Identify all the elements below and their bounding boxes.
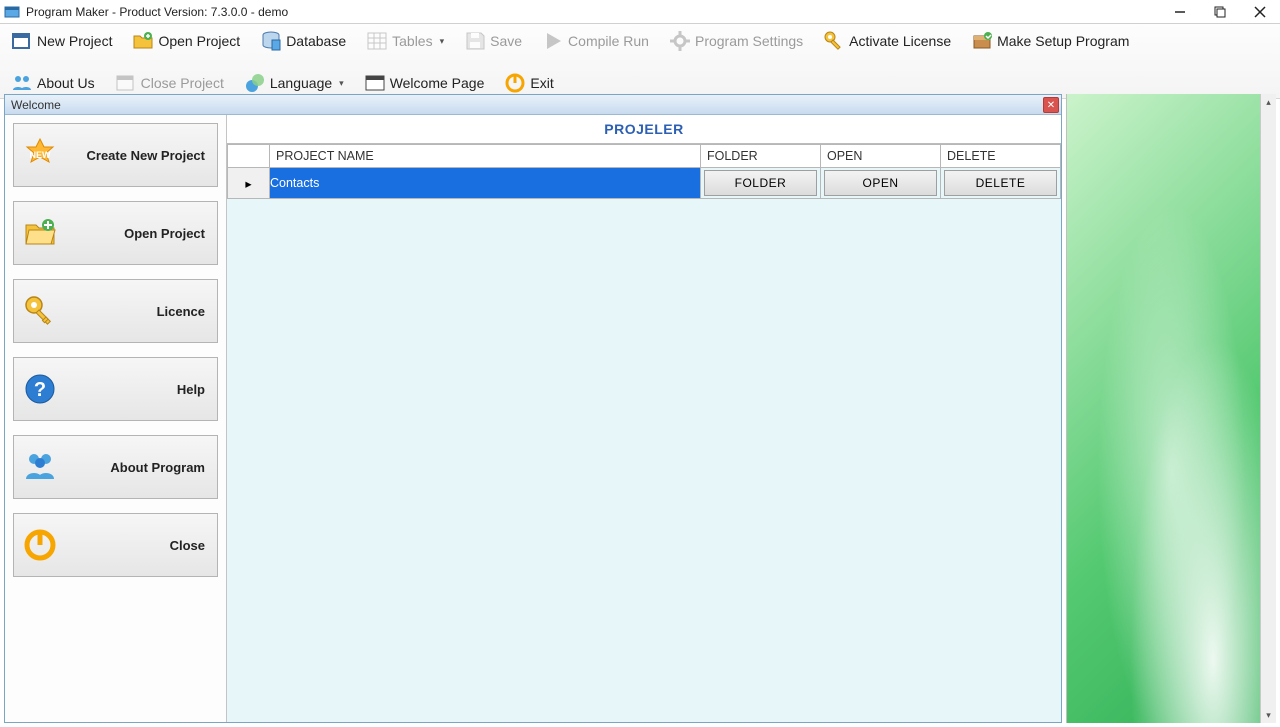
make-setup-label: Make Setup Program — [997, 33, 1129, 49]
save-label: Save — [490, 33, 522, 49]
program-settings-button[interactable]: Program Settings — [662, 26, 810, 56]
people-icon — [22, 449, 58, 485]
welcome-title-text: Welcome — [11, 98, 61, 112]
tables-icon — [366, 30, 388, 52]
about-program-label: About Program — [68, 460, 205, 475]
create-new-project-button[interactable]: NEW Create New Project — [13, 123, 218, 187]
gear-icon — [669, 30, 691, 52]
scroll-up-icon[interactable]: ▴ — [1261, 94, 1276, 110]
save-button[interactable]: Save — [457, 26, 529, 56]
col-open[interactable]: OPEN — [821, 145, 941, 168]
chevron-down-icon: ▾ — [339, 78, 344, 89]
desktop-background: ▴ ▾ — [1066, 94, 1276, 723]
scroll-down-icon[interactable]: ▾ — [1261, 707, 1276, 723]
table-row[interactable]: ▸ Contacts FOLDER OPEN DELETE — [228, 168, 1061, 199]
compile-run-label: Compile Run — [568, 33, 649, 49]
window-title: Program Maker - Product Version: 7.3.0.0… — [26, 5, 288, 19]
welcome-titlebar: Welcome ✕ — [5, 95, 1061, 115]
new-project-icon — [11, 30, 33, 52]
about-program-button[interactable]: About Program — [13, 435, 218, 499]
activate-license-button[interactable]: Activate License — [816, 26, 958, 56]
close-project-icon — [115, 72, 137, 94]
program-settings-label: Program Settings — [695, 33, 803, 49]
power-icon — [504, 72, 526, 94]
svg-text:?: ? — [34, 379, 46, 401]
window-controls — [1160, 0, 1280, 24]
new-project-button[interactable]: New Project — [4, 26, 119, 56]
help-button[interactable]: ? Help — [13, 357, 218, 421]
help-icon: ? — [22, 371, 58, 407]
col-folder[interactable]: FOLDER — [701, 145, 821, 168]
compile-run-button[interactable]: Compile Run — [535, 26, 656, 56]
licence-button[interactable]: Licence — [13, 279, 218, 343]
new-project-label: New Project — [37, 33, 112, 49]
key-icon — [823, 30, 845, 52]
save-icon — [464, 30, 486, 52]
close-welcome-button[interactable]: Close — [13, 513, 218, 577]
package-icon — [971, 30, 993, 52]
language-label: Language — [270, 75, 332, 91]
folder-open-icon — [22, 215, 58, 251]
open-button[interactable]: OPEN — [824, 170, 937, 196]
key-icon — [22, 293, 58, 329]
vertical-scrollbar[interactable]: ▴ ▾ — [1260, 94, 1276, 723]
projects-panel: PROJELER PROJECT NAME FOLDER OPEN DELETE — [227, 115, 1061, 722]
help-label: Help — [68, 382, 205, 397]
row-indicator-header — [228, 145, 270, 168]
projects-header: PROJELER — [227, 115, 1061, 144]
welcome-close-button[interactable]: ✕ — [1043, 97, 1059, 113]
tables-button[interactable]: Tables ▾ — [359, 26, 451, 56]
database-icon — [260, 30, 282, 52]
database-label: Database — [286, 33, 346, 49]
make-setup-button[interactable]: Make Setup Program — [964, 26, 1136, 56]
people-icon — [11, 72, 33, 94]
database-button[interactable]: Database — [253, 26, 353, 56]
workspace: Welcome ✕ NEW Create New Project Open Pr… — [4, 94, 1276, 723]
close-project-label: Close Project — [141, 75, 224, 91]
titlebar: Program Maker - Product Version: 7.3.0.0… — [0, 0, 1280, 24]
minimize-button[interactable] — [1160, 0, 1200, 24]
welcome-window: Welcome ✕ NEW Create New Project Open Pr… — [4, 94, 1062, 723]
open-project-button[interactable]: Open Project — [125, 26, 247, 56]
col-delete[interactable]: DELETE — [941, 145, 1061, 168]
chevron-down-icon: ▾ — [440, 36, 445, 47]
play-icon — [542, 30, 564, 52]
welcome-page-label: Welcome Page — [390, 75, 485, 91]
language-icon — [244, 72, 266, 94]
folder-button[interactable]: FOLDER — [704, 170, 817, 196]
new-icon: NEW — [22, 137, 58, 173]
delete-button[interactable]: DELETE — [944, 170, 1057, 196]
row-indicator: ▸ — [228, 168, 270, 199]
close-label: Close — [68, 538, 205, 553]
welcome-page-icon — [364, 72, 386, 94]
open-project-label: Open Project — [158, 33, 240, 49]
main-toolbar: New Project Open Project Database Tables… — [0, 24, 1280, 99]
exit-label: Exit — [530, 75, 553, 91]
open-project-big-button[interactable]: Open Project — [13, 201, 218, 265]
power-icon — [22, 527, 58, 563]
welcome-sidebar: NEW Create New Project Open Project Lice… — [5, 115, 227, 722]
open-project-icon — [132, 30, 154, 52]
projects-table: PROJECT NAME FOLDER OPEN DELETE ▸ Contac… — [227, 144, 1061, 199]
tables-label: Tables — [392, 33, 432, 49]
about-us-label: About Us — [37, 75, 95, 91]
svg-text:NEW: NEW — [30, 150, 52, 160]
activate-license-label: Activate License — [849, 33, 951, 49]
licence-label: Licence — [68, 304, 205, 319]
create-new-label: Create New Project — [68, 148, 205, 163]
project-name-cell: Contacts — [270, 176, 319, 190]
open-project-big-label: Open Project — [68, 226, 205, 241]
col-project-name[interactable]: PROJECT NAME — [270, 145, 701, 168]
app-icon — [4, 4, 20, 20]
close-button[interactable] — [1240, 0, 1280, 24]
maximize-button[interactable] — [1200, 0, 1240, 24]
